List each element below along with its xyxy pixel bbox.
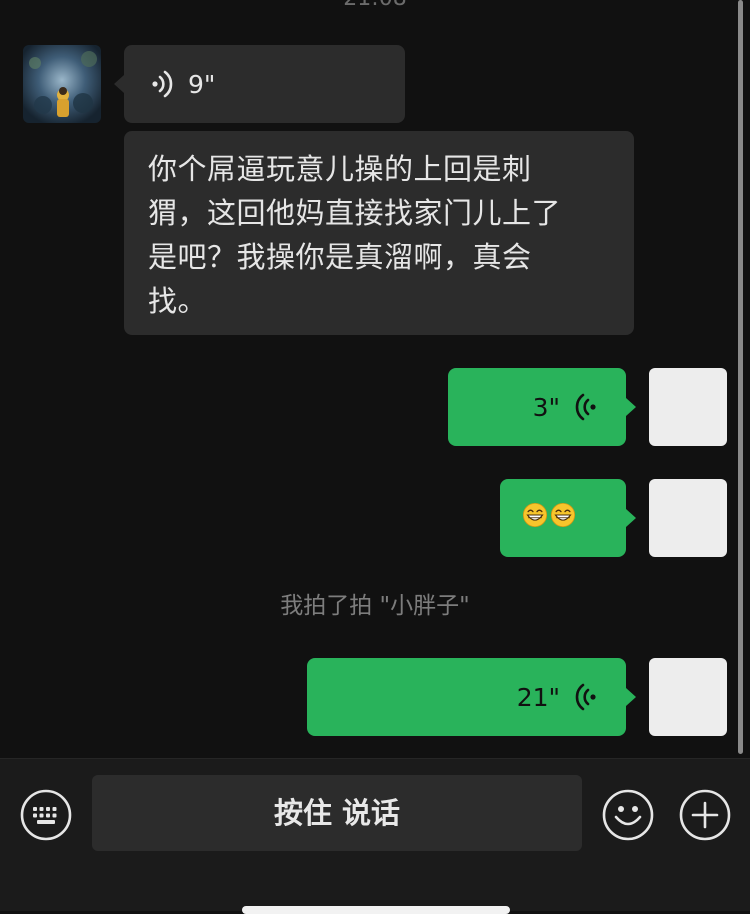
hold-to-talk-button[interactable]: 按住 说话: [92, 775, 582, 851]
scrollbar[interactable]: [738, 0, 743, 754]
message-line: 你个屌逼玩意儿操的上回是刺: [148, 152, 532, 186]
chat-area[interactable]: 21:08: [0, 0, 750, 758]
message-line: 找。: [148, 284, 208, 318]
message-line: 猬，这回他妈直接找家门儿上了: [148, 196, 562, 230]
my-avatar[interactable]: [649, 479, 727, 557]
voice-wave-icon: [152, 70, 173, 98]
message-line: 是吧？我操你是真溜啊，真会: [148, 240, 532, 274]
grinning-face-icon: [550, 502, 576, 528]
voice-wave-icon: [575, 683, 596, 711]
contact-avatar[interactable]: [23, 45, 101, 123]
pat-system-message: 我拍了拍 "小胖子": [280, 593, 470, 619]
my-avatar[interactable]: [649, 658, 727, 736]
my-avatar[interactable]: [649, 368, 727, 446]
more-button[interactable]: [679, 789, 731, 841]
timestamp: 21:08: [0, 0, 750, 12]
outgoing-emoji-message[interactable]: [500, 479, 636, 557]
outgoing-voice-message[interactable]: 21": [307, 658, 636, 736]
grinning-face-icon: [522, 502, 548, 528]
input-bar: 按住 说话: [0, 758, 750, 914]
voice-duration: 9": [188, 69, 216, 99]
plus-icon: [679, 789, 731, 841]
outgoing-voice-message[interactable]: 3": [448, 368, 636, 446]
emoji-button[interactable]: [602, 789, 654, 841]
keyboard-button[interactable]: [20, 789, 72, 841]
voice-duration: 3": [532, 392, 560, 422]
emoji-icon: [602, 789, 654, 841]
incoming-voice-message[interactable]: 9": [114, 45, 405, 123]
voice-wave-icon: [575, 393, 596, 421]
home-indicator[interactable]: [242, 906, 510, 914]
keyboard-icon: [20, 789, 72, 841]
voice-duration: 21": [516, 682, 560, 712]
incoming-text-message[interactable]: 你个屌逼玩意儿操的上回是刺 猬，这回他妈直接找家门儿上了 是吧？我操你是真溜啊，…: [124, 131, 634, 335]
